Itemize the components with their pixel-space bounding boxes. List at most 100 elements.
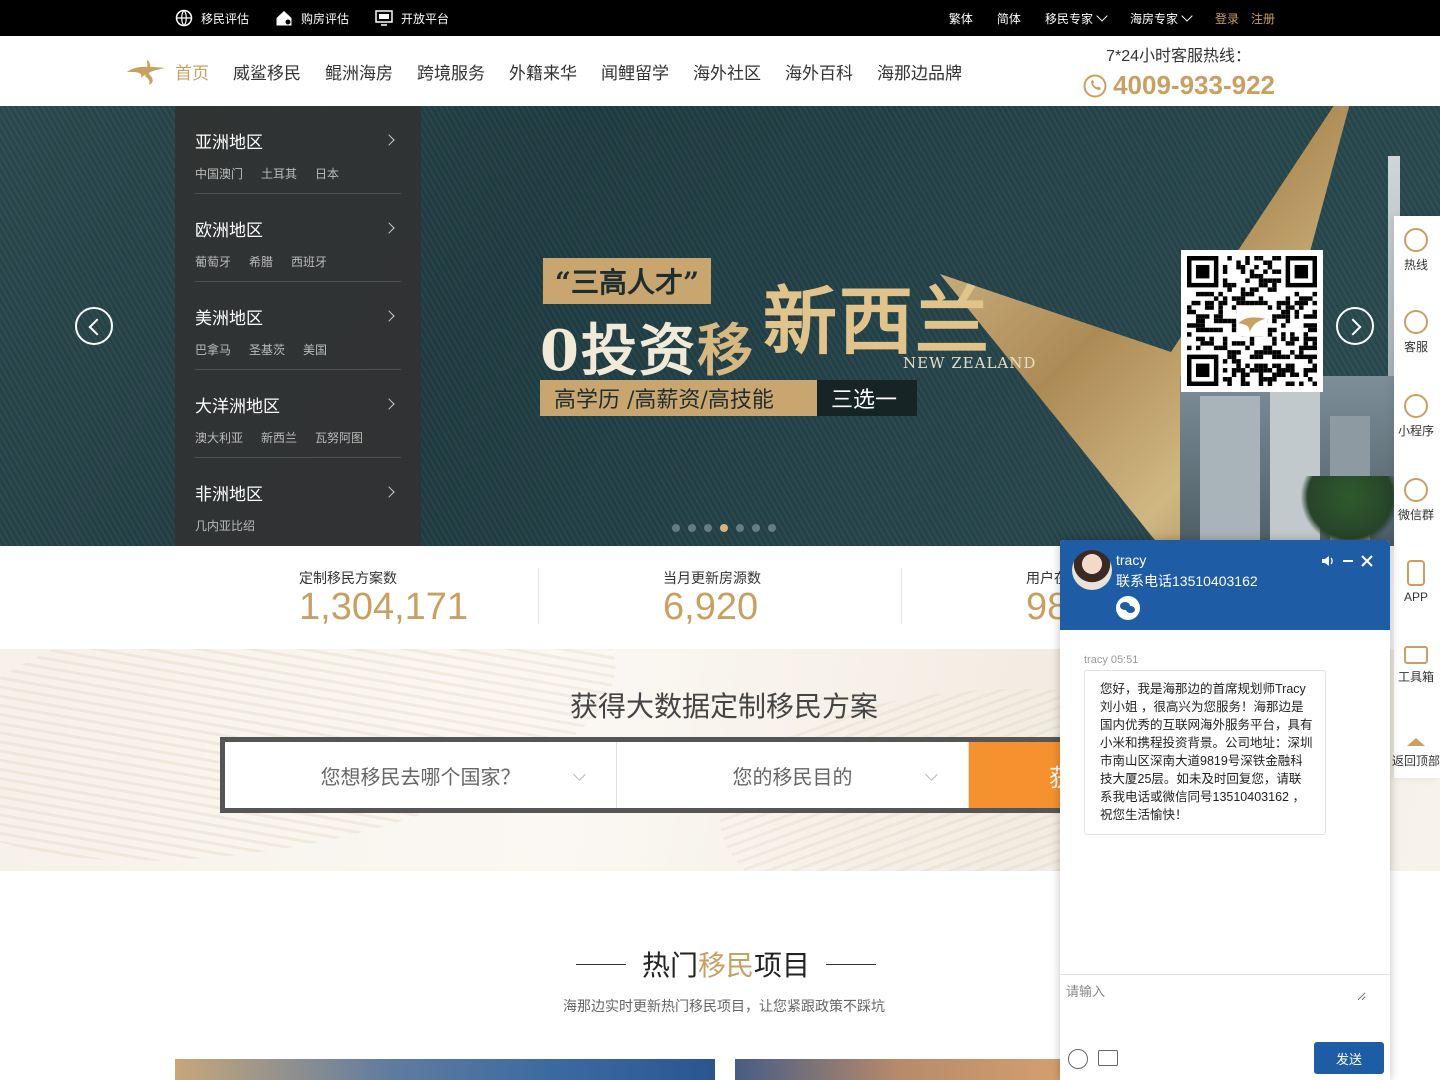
qr-code — [1181, 250, 1323, 392]
region-item-americas[interactable]: 美洲地区 巴拿马 圣基茨 美国 — [195, 282, 401, 370]
mobile-icon — [1407, 560, 1425, 586]
region-item-europe[interactable]: 欧洲地区 葡萄牙 希腊 西班牙 — [195, 194, 401, 282]
nav-item-foreigners-in-china[interactable]: 外籍来华 — [509, 59, 577, 84]
right-toolbar: 热线 客服 小程序 微信群 APP 工具箱 返回顶部 — [1392, 216, 1440, 778]
region-item-africa[interactable]: 非洲地区 几内亚比绍 — [195, 458, 401, 546]
nav-item-home[interactable]: 首页 — [175, 59, 209, 84]
region-title: 大洋洲地区 — [195, 397, 280, 416]
minimize-icon[interactable] — [1341, 554, 1355, 568]
hot-title-b: 移民 — [698, 950, 755, 981]
simplified-chinese-link[interactable]: 简体 — [997, 10, 1021, 27]
register-link[interactable]: 注册 — [1251, 10, 1275, 27]
banner-headline: 0投资移 — [540, 306, 755, 387]
carousel-dot[interactable] — [688, 524, 696, 532]
carousel-dot[interactable] — [752, 524, 760, 532]
search-box: 您想移民去哪个国家？ 您的移民目的 获 — [220, 737, 1120, 813]
purpose-select[interactable]: 您的移民目的 — [617, 742, 969, 808]
region-countries: 澳大利亚 新西兰 瓦努阿图 — [195, 429, 401, 446]
monitor-icon — [375, 10, 393, 26]
project-card-image[interactable] — [175, 1059, 715, 1080]
hotline-number-row: 4009-933-922 — [1083, 70, 1275, 101]
chat-input[interactable] — [1066, 981, 1366, 1001]
login-link[interactable]: 登录 — [1215, 10, 1239, 27]
main-nav: 首页 威鲨移民 鲲洲海房 跨境服务 外籍来华 闻鲤留学 海外社区 海外百科 海那… — [0, 36, 1440, 106]
brand-logo[interactable] — [125, 56, 167, 86]
building — [1200, 396, 1260, 546]
tool-mini-program[interactable]: 小程序 — [1388, 394, 1440, 439]
region-menu: 亚洲地区 中国澳门 土耳其 日本 欧洲地区 葡萄牙 希腊 西班牙 美洲地区 巴拿… — [175, 106, 421, 546]
chat-input-area: 发送 — [1060, 974, 1390, 1080]
tool-customer-service[interactable]: 客服 — [1388, 310, 1440, 355]
banner-headline-a: 0投资 — [540, 318, 697, 384]
open-platform-label: 开放平台 — [401, 11, 450, 26]
close-icon[interactable] — [1360, 554, 1374, 568]
country-select[interactable]: 您想移民去哪个国家？ — [225, 742, 617, 808]
carousel-dot[interactable] — [704, 524, 712, 532]
phone-icon — [1083, 74, 1107, 97]
hotline-number[interactable]: 4009-933-922 — [1113, 70, 1275, 101]
hot-projects-subtitle: 海那边实时更新热门移民项目，让您紧跟政策不踩坑 — [563, 998, 885, 1014]
property-expert-dropdown[interactable]: 海房专家 — [1130, 9, 1193, 27]
arrow-up-icon — [1407, 738, 1425, 746]
chevron-down-icon — [1096, 9, 1108, 22]
nav-item-study-abroad[interactable]: 闻鲤留学 — [601, 59, 669, 84]
banner-english: NEW ZEALAND — [903, 354, 1037, 372]
nav-item-cross-border[interactable]: 跨境服务 — [417, 59, 485, 84]
tool-label: 小程序 — [1397, 424, 1434, 438]
immigration-assessment-label: 移民评估 — [201, 11, 250, 26]
nav-item-brand[interactable]: 海那边品牌 — [877, 59, 962, 84]
carousel-dot[interactable] — [720, 524, 728, 532]
nav-links: 首页 威鲨移民 鲲洲海房 跨境服务 外籍来华 闻鲤留学 海外社区 海外百科 海那… — [175, 36, 962, 106]
top-bar: 移民评估 购房评估 开放平台 繁体 简体 移民专家 海房专家 登录 注册 — [0, 0, 1440, 36]
country-link[interactable]: 圣基茨 — [249, 341, 285, 358]
region-item-asia[interactable]: 亚洲地区 中国澳门 土耳其 日本 — [195, 106, 401, 194]
top-bar-left: 移民评估 购房评估 开放平台 — [175, 0, 449, 36]
nav-item-overseas-property[interactable]: 鲲洲海房 — [325, 59, 393, 84]
hot-projects-title: 热门移民项目 — [576, 944, 877, 984]
country-link[interactable]: 西班牙 — [291, 253, 327, 270]
nav-item-immigration[interactable]: 威鲨移民 — [233, 59, 301, 84]
top-bar-right: 繁体 简体 移民专家 海房专家 登录 注册 — [949, 0, 1275, 36]
tool-back-to-top[interactable]: 返回顶部 — [1388, 738, 1440, 769]
property-assessment-link[interactable]: 购房评估 — [275, 9, 349, 27]
country-link[interactable]: 中国澳门 — [195, 165, 243, 182]
image-icon[interactable] — [1098, 1050, 1118, 1066]
property-assessment-label: 购房评估 — [301, 11, 350, 26]
project-card-image[interactable] — [735, 1059, 1065, 1080]
carousel-prev-button[interactable] — [75, 307, 113, 345]
hot-title-c: 项目 — [754, 950, 811, 981]
nav-item-overseas-community[interactable]: 海外社区 — [693, 59, 761, 84]
country-link[interactable]: 葡萄牙 — [195, 253, 231, 270]
region-title: 非洲地区 — [195, 485, 263, 504]
country-link[interactable]: 新西兰 — [261, 429, 297, 446]
nav-item-encyclopedia[interactable]: 海外百科 — [785, 59, 853, 84]
country-link[interactable]: 美国 — [303, 341, 327, 358]
country-link[interactable]: 瓦努阿图 — [315, 429, 363, 446]
tool-toolbox[interactable]: 工具箱 — [1388, 642, 1440, 685]
open-platform-link[interactable]: 开放平台 — [375, 9, 449, 27]
emoji-icon[interactable] — [1068, 1049, 1088, 1069]
country-link[interactable]: 土耳其 — [261, 165, 297, 182]
country-link[interactable]: 澳大利亚 — [195, 429, 243, 446]
tool-app[interactable]: APP — [1388, 560, 1440, 604]
chevron-down-icon — [1181, 9, 1193, 22]
region-item-oceania[interactable]: 大洋洲地区 澳大利亚 新西兰 瓦努阿图 — [195, 370, 401, 458]
carousel-dot[interactable] — [768, 524, 776, 532]
immigration-expert-dropdown[interactable]: 移民专家 — [1045, 9, 1108, 27]
speaker-icon[interactable] — [1321, 554, 1335, 568]
carousel-dot[interactable] — [736, 524, 744, 532]
country-link[interactable]: 日本 — [315, 165, 339, 182]
message-timestamp: tracy 05:51 — [1084, 654, 1139, 666]
send-button[interactable]: 发送 — [1314, 1042, 1384, 1074]
tool-hotline[interactable]: 热线 — [1388, 228, 1440, 273]
carousel-next-button[interactable] — [1336, 307, 1374, 345]
phone-icon — [1404, 228, 1428, 252]
immigration-assessment-link[interactable]: 移民评估 — [175, 9, 249, 27]
country-link[interactable]: 希腊 — [249, 253, 273, 270]
carousel-dot[interactable] — [672, 524, 680, 532]
traditional-chinese-link[interactable]: 繁体 — [949, 10, 973, 27]
country-link[interactable]: 几内亚比绍 — [195, 517, 255, 534]
wechat-icon[interactable] — [1116, 596, 1140, 620]
country-link[interactable]: 巴拿马 — [195, 341, 231, 358]
tool-wechat-group[interactable]: 微信群 — [1388, 478, 1440, 523]
